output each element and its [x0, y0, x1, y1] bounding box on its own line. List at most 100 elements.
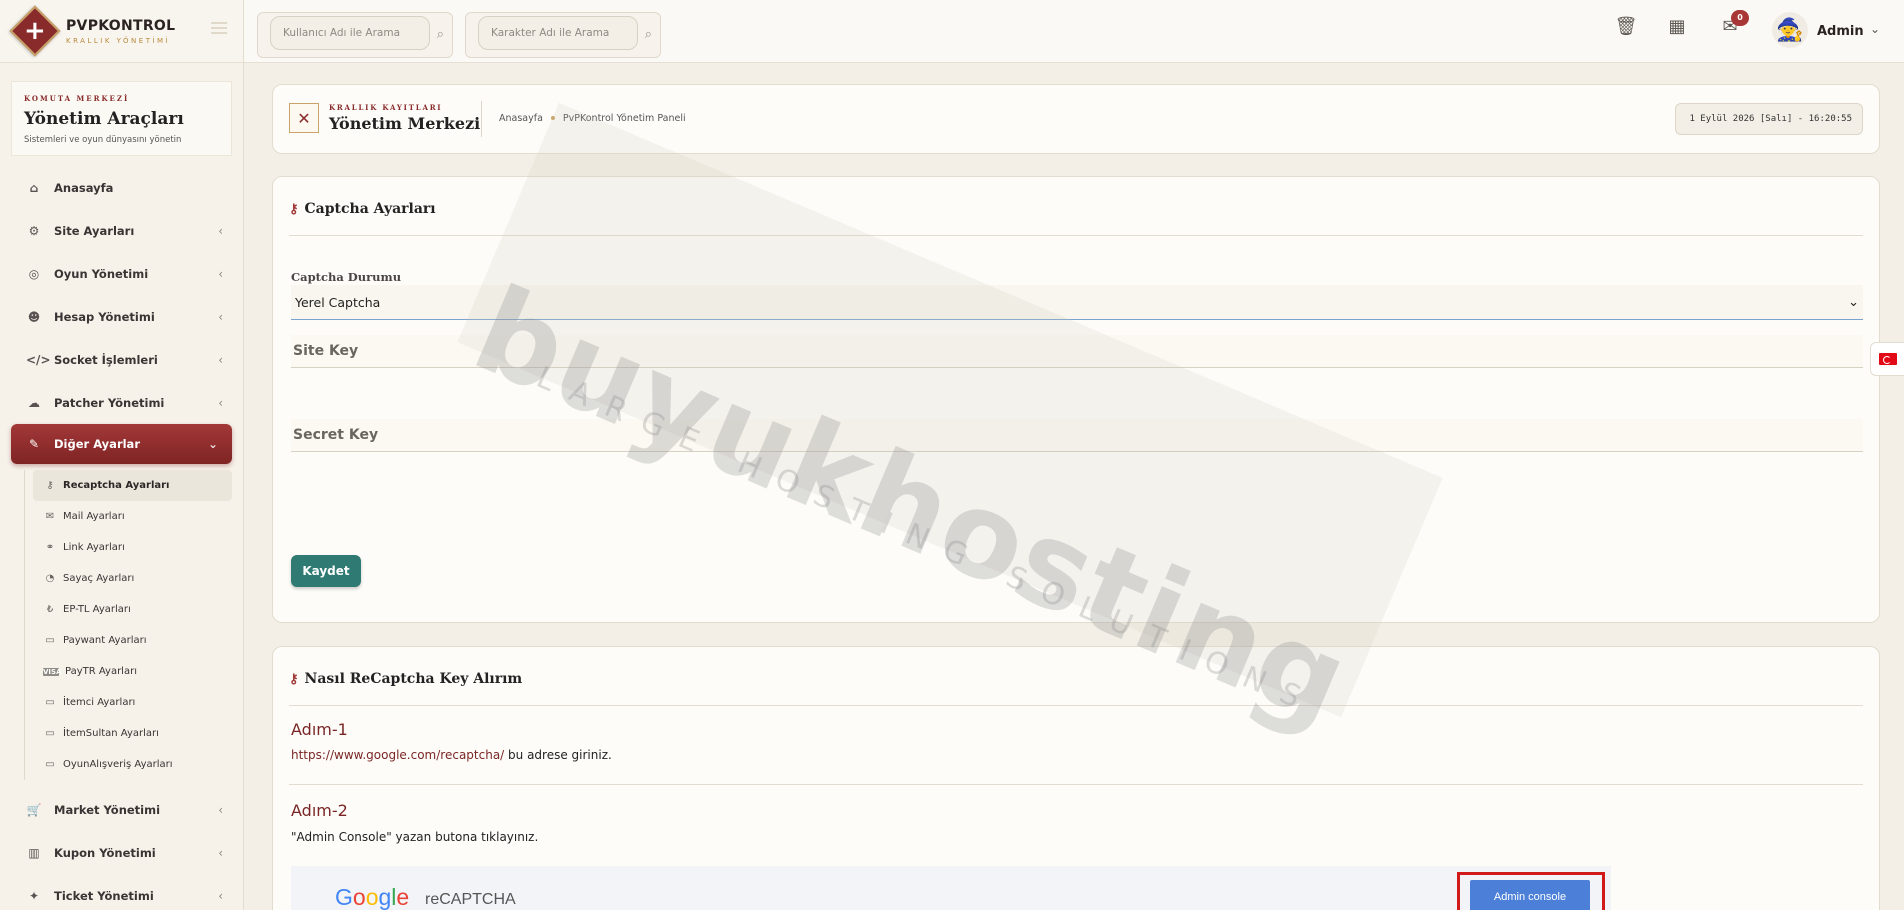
sidebar-item-socket-islemleri[interactable]: </> Socket İşlemleri ‹ — [0, 338, 243, 381]
sidebar-nav-bottom: 🛒 Market Yönetimi ‹ ▥ Kupon Yönetimi ‹ ✦… — [0, 788, 243, 910]
submenu-item-itemci[interactable]: ▭ İtemci Ayarları — [33, 687, 232, 718]
close-icon[interactable]: ✕ — [289, 103, 319, 133]
chevron-left-icon: ‹ — [218, 888, 223, 903]
code-icon: </> — [26, 352, 51, 367]
sidebar: + PVPKONTROL KRALLIK YÖNETİMİ KOMUTA MER… — [0, 0, 244, 910]
key-icon: ⚷ — [46, 480, 54, 491]
step-2-text: "Admin Console" yazan butona tıklayınız. — [291, 830, 539, 844]
search-icon[interactable]: ⌕ — [437, 27, 444, 42]
panel-kicker: KOMUTA MERKEZİ — [24, 94, 130, 103]
submenu-item-sayac[interactable]: ◔ Sayaç Ayarları — [33, 563, 232, 594]
character-search-box: ⌕ — [465, 12, 661, 58]
submenu-item-mail[interactable]: ✉ Mail Ayarları — [33, 501, 232, 532]
sidebar-item-patcher-yonetimi[interactable]: ☁ Patcher Yönetimi ‹ — [0, 381, 243, 424]
header-divider — [481, 101, 482, 137]
admin-name[interactable]: Admin — [1817, 24, 1864, 39]
submenu-item-recaptcha[interactable]: ⚷ Recaptcha Ayarları — [33, 470, 232, 501]
wrench-icon: ✎ — [28, 437, 40, 451]
search-icon[interactable]: ⌕ — [645, 27, 652, 42]
chevron-left-icon: ‹ — [218, 802, 223, 817]
speedometer-icon: ◔ — [45, 573, 55, 584]
card-icon: ▭ — [45, 697, 55, 708]
divider — [289, 784, 1863, 785]
brand-subtitle: KRALLIK YÖNETİMİ — [66, 36, 171, 45]
gear-icon: ⚙ — [28, 223, 40, 238]
submenu-item-paywant[interactable]: ▭ Paywant Ayarları — [33, 625, 232, 656]
admin-console-button: Admin console — [1470, 880, 1590, 910]
sidebar-panel-header: KOMUTA MERKEZİ Yönetim Araçları Sistemle… — [11, 81, 232, 156]
chevron-down-icon: ⌄ — [1848, 295, 1859, 310]
sidebar-item-diger-ayarlar[interactable]: ✎ Diğer Ayarlar ⌄ — [11, 424, 232, 464]
sidebar-item-kupon-yonetimi[interactable]: ▥ Kupon Yönetimi ‹ — [0, 831, 243, 874]
save-button[interactable]: Kaydet — [291, 555, 361, 587]
menu-toggle-icon[interactable] — [211, 22, 227, 34]
ticket-icon: ✦ — [28, 888, 40, 903]
sidebar-item-ticket-yonetimi[interactable]: ✦ Ticket Yönetimi ‹ — [0, 874, 243, 910]
brand-name: PVPKONTROL — [66, 17, 176, 34]
card-icon: ▭ — [45, 759, 55, 770]
sidebar-item-anasayfa[interactable]: ⌂ Anasayfa — [0, 166, 243, 209]
sidebar-item-market-yonetimi[interactable]: 🛒 Market Yönetimi ‹ — [0, 788, 243, 831]
captcha-status-select[interactable]: Yerel Captcha ⌄ — [291, 285, 1863, 320]
chevron-left-icon: ‹ — [218, 352, 223, 367]
card-title: ⚷ Captcha Ayarları — [289, 201, 436, 217]
sidebar-item-hesap-yonetimi[interactable]: ☻ Hesap Yönetimi ‹ — [0, 295, 243, 338]
recaptcha-howto-card: ⚷ Nasıl ReCaptcha Key Alırım Adım-1 https… — [272, 646, 1880, 910]
home-icon: ⌂ — [29, 180, 39, 195]
brand-logo-icon: + — [9, 5, 61, 57]
visa-icon: VISA — [43, 667, 62, 676]
breadcrumb: Anasayfa PvPKontrol Yönetim Paneli — [499, 113, 686, 124]
avatar[interactable]: 🧙 — [1772, 12, 1808, 48]
submenu-item-oyunalisveris[interactable]: ▭ OyunAlışveriş Ayarları — [33, 749, 232, 780]
recaptcha-link[interactable]: https://www.google.com/recaptcha/ — [291, 748, 504, 762]
turkey-flag-icon — [1878, 353, 1897, 365]
language-flag-tr[interactable] — [1870, 342, 1904, 376]
brand[interactable]: + PVPKONTROL KRALLIK YÖNETİMİ — [0, 0, 243, 63]
character-search-input[interactable] — [478, 16, 638, 50]
recaptcha-label: reCAPTCHA — [425, 891, 516, 908]
secret-key-input[interactable]: Secret Key — [291, 419, 1863, 452]
submenu-item-itemsultan[interactable]: ▭ İtemSultan Ayarları — [33, 718, 232, 749]
user-search-input[interactable] — [270, 16, 430, 50]
submenu-item-ep-tl[interactable]: ₺ EP-TL Ayarları — [33, 594, 232, 625]
gamepad-icon: ◎ — [28, 266, 40, 281]
breadcrumb-home[interactable]: Anasayfa — [499, 113, 543, 124]
sidebar-item-site-ayarlari[interactable]: ⚙ Site Ayarları ‹ — [0, 209, 243, 252]
step-1-title: Adım-1 — [291, 720, 348, 739]
divider — [289, 235, 1863, 236]
step-1-text: https://www.google.com/recaptcha/ bu adr… — [291, 748, 612, 762]
chevron-left-icon: ‹ — [218, 845, 223, 860]
chevron-left-icon: ‹ — [218, 395, 223, 410]
page-header-card: ✕ KRALLIK KAYITLARI Yönetim Merkezi Anas… — [272, 84, 1880, 154]
sidebar-nav: ⌂ Anasayfa ⚙ Site Ayarları ‹ ◎ Oyun Yöne… — [0, 166, 243, 464]
submenu-item-link[interactable]: ⚭ Link Ayarları — [33, 532, 232, 563]
barcode-icon: ▥ — [28, 845, 40, 860]
chevron-left-icon: ‹ — [218, 266, 223, 281]
sidebar-item-oyun-yonetimi[interactable]: ◎ Oyun Yönetimi ‹ — [0, 252, 243, 295]
page-title: Yönetim Merkezi — [329, 114, 481, 133]
site-key-input[interactable]: Site Key — [291, 335, 1863, 368]
submenu-item-paytr[interactable]: VISA PayTR Ayarları — [33, 656, 232, 687]
calendar-icon[interactable]: ▦ — [1665, 16, 1689, 37]
datetime-display: 1 Eylül 2026 [Salı] - 16:20:55 — [1675, 103, 1863, 135]
card-title: ⚷ Nasıl ReCaptcha Key Alırım — [289, 671, 523, 687]
chevron-left-icon: ‹ — [218, 309, 223, 324]
mail-icon: ✉ — [45, 511, 55, 522]
trash-icon[interactable]: 🗑 — [1614, 16, 1638, 37]
google-logo: Google — [335, 884, 410, 910]
coin-icon: ₺ — [46, 604, 54, 615]
key-icon: ⚷ — [289, 202, 299, 217]
cart-icon: 🛒 — [26, 802, 42, 817]
breadcrumb-current: PvPKontrol Yönetim Paneli — [562, 113, 686, 124]
link-icon: ⚭ — [45, 542, 55, 553]
users-icon: ☻ — [27, 309, 41, 324]
submenu-diger-ayarlar: ⚷ Recaptcha Ayarları ✉ Mail Ayarları ⚭ Link… — [24, 470, 232, 780]
cloud-upload-icon: ☁ — [28, 395, 40, 410]
chevron-left-icon: ‹ — [218, 223, 223, 238]
divider — [289, 705, 1863, 706]
key-icon: ⚷ — [289, 672, 299, 687]
panel-title: Yönetim Araçları — [24, 109, 184, 129]
chevron-down-icon[interactable]: ⌄ — [1870, 22, 1880, 36]
card-icon: ▭ — [45, 635, 55, 646]
user-search-box: ⌕ — [257, 12, 453, 58]
